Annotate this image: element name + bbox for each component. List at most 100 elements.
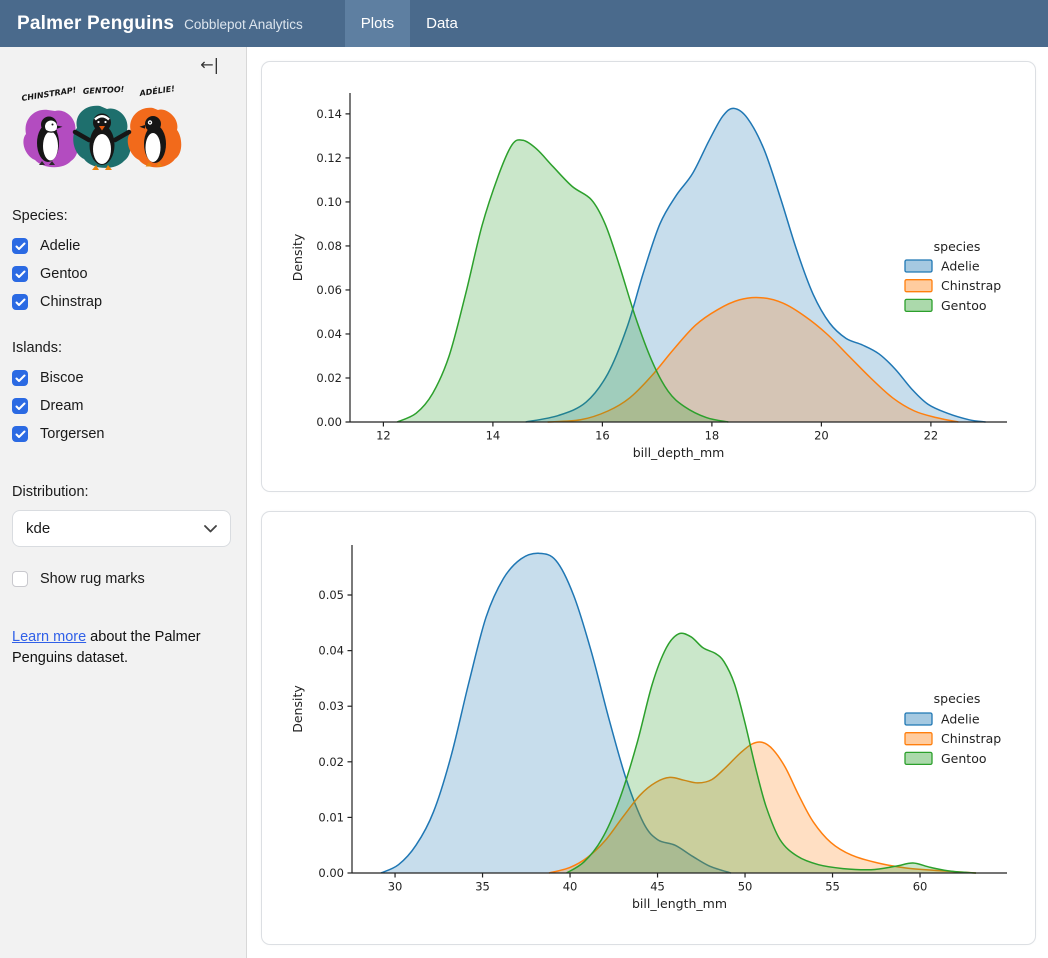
x-axis-label: bill_length_mm: [632, 896, 727, 911]
sidebar-collapse-row: ←|: [12, 57, 234, 81]
legend-label-chinstrap: Chinstrap: [941, 278, 1001, 293]
legend-title: species: [934, 691, 981, 706]
app-subtitle: Cobblepot Analytics: [184, 17, 303, 32]
checkbox-adelie[interactable]: [12, 238, 28, 254]
y-tick-label: 0.03: [318, 699, 344, 713]
kde-plot-bill-length: 303540455055600.000.010.020.030.040.05bi…: [262, 512, 1035, 944]
app-root: Palmer Penguins Cobblepot Analytics Plot…: [0, 0, 1048, 958]
penguins-artwork: CHINSTRAP! GENTOO! ADÉLIE!: [14, 83, 234, 188]
learn-more-link[interactable]: Learn more: [12, 629, 86, 645]
y-tick-label: 0.04: [316, 327, 342, 341]
checkbox-row-chinstrap[interactable]: Chinstrap: [12, 288, 234, 316]
legend-title: species: [934, 239, 981, 254]
x-tick-label: 18: [705, 429, 720, 443]
checkbox-row-dream[interactable]: Dream: [12, 392, 234, 420]
tab-data[interactable]: Data: [410, 0, 474, 47]
check-icon: [15, 374, 26, 383]
legend-label-gentoo: Gentoo: [941, 298, 987, 313]
x-tick-label: 40: [563, 880, 578, 894]
checkbox-row-adelie[interactable]: Adelie: [12, 232, 234, 260]
x-tick-label: 60: [913, 880, 928, 894]
x-tick-label: 20: [814, 429, 829, 443]
checkbox-chinstrap[interactable]: [12, 294, 28, 310]
chevron-down-icon: [204, 525, 217, 533]
kde-plot-bill-depth: 1214161820220.000.020.040.060.080.100.12…: [262, 62, 1035, 491]
y-tick-label: 0.10: [316, 195, 342, 209]
checkbox-row-gentoo[interactable]: Gentoo: [12, 260, 234, 288]
learn-more-text: Learn more about the Palmer Penguins dat…: [12, 627, 218, 669]
plot-card-bill-depth: 1214161820220.000.020.040.060.080.100.12…: [261, 61, 1036, 492]
checkbox-torgersen[interactable]: [12, 426, 28, 442]
checkbox-label: Biscoe: [40, 370, 84, 386]
legend-swatch-chinstrap: [905, 733, 932, 745]
x-tick-label: 45: [650, 880, 665, 894]
checkbox-label: Chinstrap: [40, 294, 102, 310]
species-checkbox-group: Adelie Gentoo Chinstrap: [12, 232, 234, 316]
y-tick-label: 0.04: [318, 644, 344, 658]
legend-label-gentoo: Gentoo: [941, 751, 987, 766]
x-tick-label: 22: [924, 429, 939, 443]
rug-label: Show rug marks: [40, 571, 145, 587]
checkbox-row-biscoe[interactable]: Biscoe: [12, 364, 234, 392]
x-tick-label: 55: [825, 880, 840, 894]
legend-label-adelie: Adelie: [941, 259, 980, 274]
nav-tabs: PlotsData: [345, 0, 474, 47]
check-icon: [15, 402, 26, 411]
checkbox-biscoe[interactable]: [12, 370, 28, 386]
y-tick-label: 0.02: [316, 371, 342, 385]
x-tick-label: 14: [486, 429, 501, 443]
x-tick-label: 30: [388, 880, 403, 894]
app-title-block: Palmer Penguins Cobblepot Analytics: [0, 13, 303, 35]
legend-swatch-adelie: [905, 713, 932, 725]
penguins-artwork-svg: CHINSTRAP! GENTOO! ADÉLIE!: [14, 83, 188, 183]
app-title: Palmer Penguins: [17, 13, 174, 35]
y-tick-label: 0.12: [316, 151, 342, 165]
islands-label: Islands:: [12, 340, 234, 356]
x-tick-label: 50: [738, 880, 753, 894]
checkbox-label: Adelie: [40, 238, 80, 254]
check-icon: [15, 242, 26, 251]
legend-label-adelie: Adelie: [941, 712, 980, 727]
rug-checkbox[interactable]: [12, 571, 28, 587]
y-tick-label: 0.05: [318, 588, 344, 602]
legend-label-chinstrap: Chinstrap: [941, 731, 1001, 746]
x-tick-label: 12: [376, 429, 391, 443]
species-label: Species:: [12, 208, 234, 224]
y-tick-label: 0.14: [316, 107, 342, 121]
y-axis-label: Density: [290, 233, 305, 281]
legend-swatch-chinstrap: [905, 280, 932, 292]
checkbox-gentoo[interactable]: [12, 266, 28, 282]
tab-plots[interactable]: Plots: [345, 0, 410, 47]
y-tick-label: 0.02: [318, 755, 344, 769]
checkbox-label: Gentoo: [40, 266, 88, 282]
y-tick-label: 0.08: [316, 239, 342, 253]
check-icon: [15, 298, 26, 307]
x-axis-label: bill_depth_mm: [633, 445, 725, 460]
y-axis-label: Density: [290, 685, 305, 733]
sidebar-collapse-icon[interactable]: ←|: [200, 57, 219, 73]
artwork-label-chinstrap: CHINSTRAP!: [21, 85, 77, 103]
artwork-species-labels: CHINSTRAP! GENTOO! ADÉLIE!: [21, 83, 176, 103]
main-layout: ←|: [0, 47, 1048, 958]
sidebar: ←|: [0, 47, 247, 958]
artwork-label-gentoo: GENTOO!: [83, 85, 125, 96]
checkbox-label: Torgersen: [40, 426, 104, 442]
legend-swatch-gentoo: [905, 752, 932, 764]
distribution-label: Distribution:: [12, 484, 234, 500]
main-content: 1214161820220.000.020.040.060.080.100.12…: [247, 47, 1048, 958]
checkbox-dream[interactable]: [12, 398, 28, 414]
artwork-label-adelie: ADÉLIE!: [138, 83, 176, 98]
check-icon: [15, 430, 26, 439]
x-tick-label: 35: [475, 880, 490, 894]
islands-checkbox-group: Biscoe Dream Torgersen: [12, 364, 234, 448]
checkbox-label: Dream: [40, 398, 84, 414]
legend-swatch-gentoo: [905, 299, 932, 311]
y-tick-label: 0.06: [316, 283, 342, 297]
distribution-select[interactable]: kde: [12, 510, 231, 547]
legend-swatch-adelie: [905, 260, 932, 272]
x-tick-label: 16: [595, 429, 610, 443]
rug-checkbox-row[interactable]: Show rug marks: [12, 565, 234, 593]
navbar: Palmer Penguins Cobblepot Analytics Plot…: [0, 0, 1048, 47]
checkbox-row-torgersen[interactable]: Torgersen: [12, 420, 234, 448]
plot-card-bill-length: 303540455055600.000.010.020.030.040.05bi…: [261, 511, 1036, 945]
